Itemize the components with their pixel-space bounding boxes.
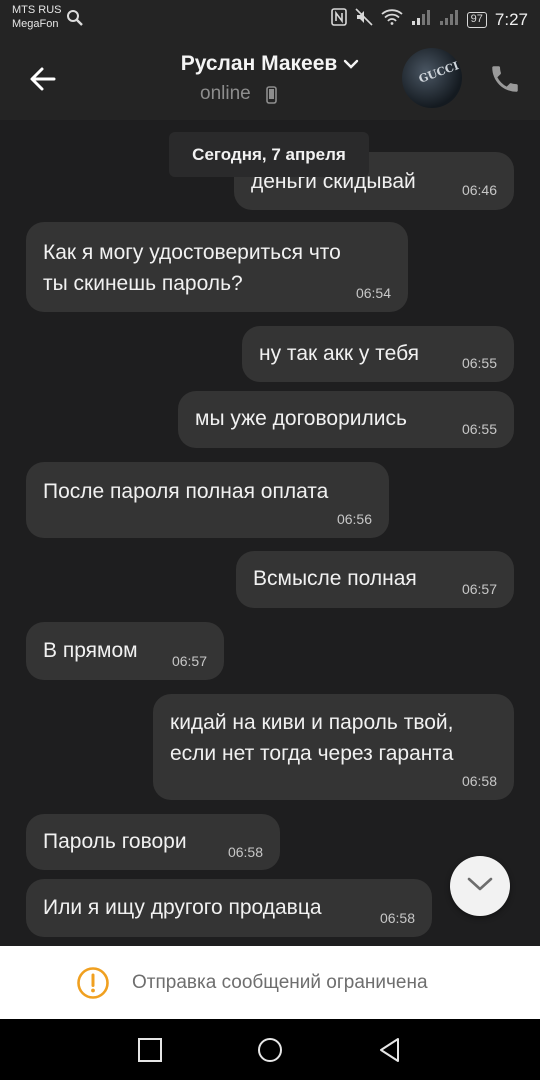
phone-call-icon[interactable] (488, 62, 522, 96)
contact-name: Руслан Макеев (180, 52, 338, 75)
message-bubble[interactable]: В прямом 06:57 (26, 622, 224, 680)
avatar-logo-text: GUCCI (417, 59, 461, 86)
chevron-down-icon (343, 52, 359, 76)
signal-icon-2 (439, 9, 459, 30)
message-bubble[interactable]: Как я могу удостовериться что ты скинешь… (26, 222, 408, 312)
message-time: 06:54 (355, 285, 391, 301)
message-bubble[interactable]: кидай на киви и пароль твой, если нет то… (153, 694, 514, 800)
message-bubble[interactable]: После пароля полная оплата 06:56 (26, 462, 389, 538)
mobile-device-icon (266, 86, 277, 109)
message-text: Пароль говори (43, 830, 187, 853)
search-icon (66, 9, 84, 32)
status-clock: 7:27 (494, 9, 528, 29)
messaging-restricted-banner: Отправка сообщений ограничена (0, 946, 540, 1019)
battery-indicator: 97 (466, 11, 487, 28)
message-list[interactable]: Сегодня, 7 апреля деньги скидывай 06:46 … (0, 120, 540, 946)
message-bubble[interactable]: мы уже договорились 06:55 (178, 391, 514, 448)
message-bubble[interactable]: Пароль говори 06:58 (26, 814, 280, 870)
wifi-icon (381, 9, 403, 30)
message-bubble[interactable]: Или я ищу другого продавца 06:58 (26, 879, 432, 937)
carrier-2: MegaFon (12, 18, 59, 30)
message-text-line: Как я могу удостовериться что (43, 241, 341, 264)
message-text-line: ты скинешь пароль? (43, 272, 243, 295)
message-text: В прямом (43, 639, 138, 662)
message-time: 06:57 (171, 653, 207, 669)
warning-icon (76, 966, 110, 1005)
message-time: 06:58 (379, 910, 415, 926)
message-time: 06:55 (461, 421, 497, 437)
message-text: ну так акк у тебя (259, 342, 420, 365)
avatar[interactable]: GUCCI (402, 48, 462, 108)
message-bubble[interactable]: Всмысле полная 06:57 (236, 551, 514, 608)
contact-status: online (200, 83, 251, 104)
status-bar: MTS RUS MegaFon 97 7:27 (0, 0, 540, 38)
home-icon[interactable] (256, 1036, 284, 1064)
message-text: мы уже договорились (195, 407, 407, 430)
system-navigation-bar (0, 1019, 540, 1080)
nfc-icon (330, 8, 347, 31)
message-text-line: кидай на киви и пароль твой, (170, 711, 454, 734)
signal-icon-1 (411, 9, 431, 30)
message-text-line: если нет тогда через гаранта (170, 742, 454, 765)
chevron-down-icon (466, 875, 494, 898)
carrier-1: MTS RUS (12, 4, 62, 16)
message-bubble[interactable]: ну так акк у тебя 06:55 (242, 326, 514, 382)
date-separator: Сегодня, 7 апреля (169, 132, 369, 177)
message-time: 06:57 (461, 581, 497, 597)
scroll-to-bottom-button[interactable] (450, 856, 510, 916)
chat-header: Руслан Макеев online GUCCI (0, 38, 540, 120)
notice-text: Отправка сообщений ограничена (132, 972, 428, 993)
status-icons: 97 7:27 (330, 8, 528, 31)
message-time: 06:58 (227, 844, 263, 860)
message-text: Или я ищу другого продавца (43, 896, 322, 919)
back-icon[interactable] (376, 1036, 404, 1064)
mute-icon (355, 8, 373, 31)
carrier-info: MTS RUS MegaFon (12, 3, 62, 31)
message-text: Всмысле полная (253, 567, 417, 590)
message-time: 06:56 (336, 511, 372, 527)
recent-apps-icon[interactable] (136, 1036, 164, 1064)
message-time: 06:46 (461, 182, 497, 198)
message-text: После пароля полная оплата (43, 480, 329, 503)
message-time: 06:55 (461, 355, 497, 371)
message-time: 06:58 (461, 773, 497, 789)
